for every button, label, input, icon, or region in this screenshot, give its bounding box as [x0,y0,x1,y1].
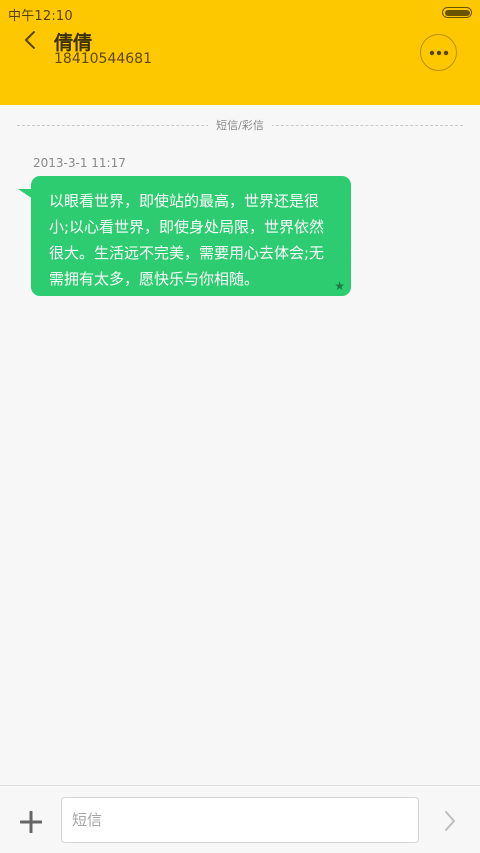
message-text: 以眼看世界，即使站的最高，世界还是很小;以心看世界，即使身处局限，世界依然很大。… [49,192,325,288]
battery-icon [442,7,472,18]
more-options-button[interactable] [420,34,457,71]
back-button[interactable] [14,26,46,54]
message-type-divider: 短信/彩信 [17,116,463,134]
message-type-label: 短信/彩信 [208,117,272,133]
add-attachment-button[interactable] [17,808,45,836]
status-bar: 中午12:10 [0,0,480,26]
status-time: 中午12:10 [8,9,73,24]
composer-bar [0,785,480,853]
star-icon: ★ [334,279,345,293]
message-bubble[interactable]: 以眼看世界，即使站的最高，世界还是很小;以心看世界，即使身处局限，世界依然很大。… [31,176,351,296]
contact-phone-number: 18410544681 [54,51,152,67]
battery-level [444,9,470,16]
send-button[interactable] [437,808,463,834]
chevron-left-icon [25,31,35,49]
chevron-right-icon [445,811,455,831]
message-timestamp: 2013-3-1 11:17 [33,156,126,170]
message-input[interactable] [61,797,419,843]
more-dots-icon [429,50,448,55]
app-header: 中午12:10 倩倩 18410544681 [0,0,480,105]
plus-icon [20,811,42,833]
